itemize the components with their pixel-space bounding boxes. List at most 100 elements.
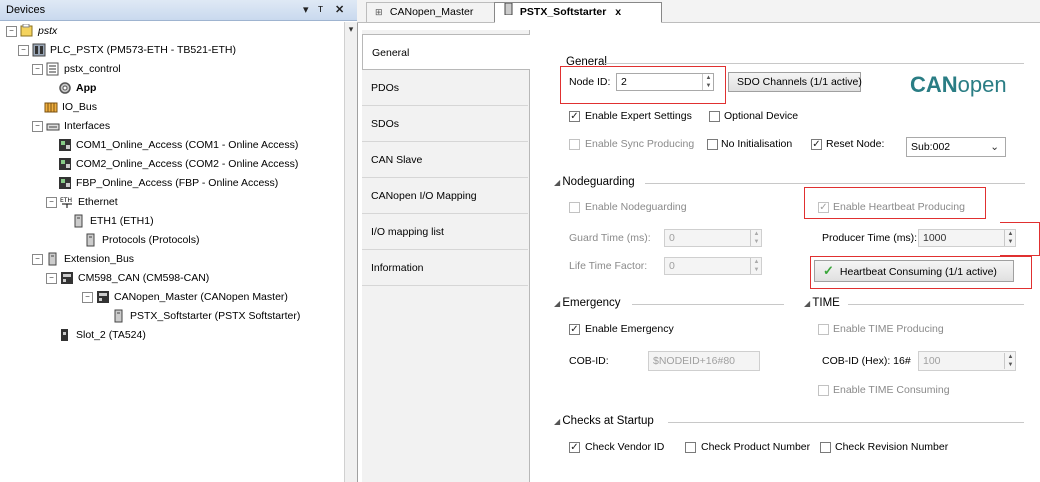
collapse-icon[interactable]: −	[46, 196, 57, 208]
module-icon	[46, 252, 60, 266]
cob-id-label: COB-ID:	[569, 355, 609, 367]
online-access-icon	[58, 157, 72, 171]
tree-item-com1[interactable]: COM1_Online_Access (COM1 - Online Access…	[58, 136, 298, 154]
tree-scrollbar[interactable]: ▾	[344, 22, 357, 482]
enable-nodeguarding-checkbox[interactable]	[569, 202, 580, 213]
collapse-icon[interactable]: −	[82, 291, 93, 303]
pin-icon[interactable]: ᴛ	[318, 3, 323, 15]
tree-item-fbp[interactable]: FBP_Online_Access (FBP - Online Access)	[58, 174, 278, 192]
panel-menu-icon[interactable]: ▾	[303, 3, 309, 16]
tree-item-pstx[interactable]: − pstx	[6, 22, 57, 40]
tree-item-slot2[interactable]: Slot_2 (TA524)	[58, 326, 146, 344]
tree-item-io-bus[interactable]: IO_Bus	[44, 98, 97, 116]
enable-emergency-checkbox[interactable]: ✓	[569, 324, 580, 335]
reset-node-label: Reset Node:	[826, 138, 885, 150]
check-vendor-id-checkbox[interactable]: ✓	[569, 442, 580, 453]
vtab-pdos[interactable]: PDOs	[362, 70, 528, 106]
collapse-icon[interactable]: −	[6, 25, 17, 37]
highlight-heartbeat-consuming	[810, 256, 1032, 289]
collapse-icon[interactable]: −	[46, 272, 57, 284]
time-header[interactable]: ◢ TIME	[804, 297, 840, 309]
scroll-down-icon[interactable]: ▾	[346, 24, 356, 36]
tree-item-eth1[interactable]: ETH1 (ETH1)	[72, 212, 154, 230]
module-icon	[112, 309, 126, 323]
gear-icon	[58, 81, 72, 95]
check-revision-number-label: Check Revision Number	[835, 441, 949, 453]
online-access-icon	[58, 176, 72, 190]
check-product-number-checkbox[interactable]	[685, 442, 696, 453]
enable-sync-producing-checkbox[interactable]	[569, 139, 580, 150]
life-time-factor-input[interactable]: 0	[664, 257, 762, 275]
tree-item-app[interactable]: App	[58, 79, 96, 97]
tree-item-pstx-control[interactable]: − pstx_control	[32, 60, 121, 78]
life-time-factor-label: Life Time Factor:	[569, 260, 648, 272]
sdo-channels-button[interactable]: SDO Channels (1/1 active)	[728, 72, 862, 92]
online-access-icon	[58, 138, 72, 152]
highlight-node-id	[560, 66, 726, 104]
enable-sync-producing-label: Enable Sync Producing	[585, 138, 695, 150]
vtab-sdos[interactable]: SDOs	[362, 106, 528, 142]
highlight-heartbeat-producing	[804, 187, 986, 219]
divider	[632, 304, 784, 305]
enable-expert-settings-checkbox[interactable]: ✓	[569, 111, 580, 122]
collapse-icon[interactable]: −	[18, 44, 29, 56]
tree-item-protocols[interactable]: Protocols (Protocols)	[84, 231, 199, 249]
vtab-io-mapping-list[interactable]: I/O mapping list	[362, 214, 528, 250]
optional-device-checkbox[interactable]	[709, 111, 720, 122]
cob-id-hex-spinner[interactable]: ▲ ▼	[1004, 353, 1016, 369]
canopen-logo: CANopen	[910, 72, 1007, 97]
nodeguarding-header[interactable]: ◢ Nodeguarding	[554, 176, 635, 188]
project-icon	[20, 23, 34, 38]
io-bus-icon	[44, 100, 58, 114]
tree-item-extension-bus[interactable]: − Extension_Bus	[32, 250, 134, 268]
cob-id-input[interactable]: $NODEID+16#80	[648, 351, 760, 371]
tree-item-cm598[interactable]: − CM598_CAN (CM598-CAN)	[46, 269, 209, 287]
enable-time-consuming-checkbox[interactable]	[818, 385, 829, 396]
reset-node-checkbox[interactable]: ✓	[811, 139, 822, 150]
emergency-header[interactable]: ◢ Emergency	[554, 297, 621, 309]
can-module-icon	[60, 271, 74, 285]
module-icon	[84, 233, 98, 247]
reset-node-select[interactable]: Sub:002 ⌄	[906, 137, 1006, 157]
guard-time-spinner[interactable]: ▲ ▼	[750, 230, 762, 246]
tree-item-pstx-softstarter[interactable]: PSTX_Softstarter (PSTX Softstarter)	[112, 307, 300, 325]
close-tab-icon[interactable]: x	[615, 6, 621, 18]
cob-id-hex-input[interactable]: 100	[918, 351, 1016, 371]
divider	[645, 183, 1025, 184]
tree-item-plc[interactable]: − PLC_PSTX (PM573-ETH - TB521-ETH)	[18, 41, 236, 59]
vtab-information[interactable]: Information	[362, 250, 528, 286]
enable-nodeguarding-label: Enable Nodeguarding	[585, 201, 687, 213]
vtab-canopen-io-mapping[interactable]: CANopen I/O Mapping	[362, 178, 528, 214]
can-module-icon	[96, 290, 110, 304]
tree-item-interfaces[interactable]: − Interfaces	[32, 117, 110, 135]
check-revision-number-checkbox[interactable]	[820, 442, 831, 453]
checks-at-startup-header[interactable]: ◢ Checks at Startup	[554, 415, 654, 427]
divider	[848, 304, 1024, 305]
close-panel-icon[interactable]: ✕	[335, 3, 344, 16]
tree-item-ethernet[interactable]: − ETH Ethernet	[46, 193, 118, 211]
devices-panel-title: Devices	[6, 4, 46, 16]
tree-item-com2[interactable]: COM2_Online_Access (COM2 - Online Access…	[58, 155, 298, 173]
guard-time-input[interactable]: 0	[664, 229, 762, 247]
application-icon	[46, 62, 60, 76]
enable-time-consuming-label: Enable TIME Consuming	[833, 384, 950, 396]
divider	[604, 63, 1024, 64]
tab-canopen-master[interactable]: ⊞ CANopen_Master	[366, 2, 502, 22]
tab-pstx-softstarter[interactable]: PSTX_Softstarter x	[494, 2, 662, 23]
vtab-general[interactable]: General	[362, 34, 530, 70]
no-initialisation-checkbox[interactable]	[707, 139, 718, 150]
collapse-icon[interactable]: −	[32, 120, 43, 132]
optional-device-label: Optional Device	[724, 110, 799, 122]
interfaces-icon	[46, 119, 60, 133]
collapse-icon[interactable]: −	[32, 63, 43, 75]
plc-icon	[32, 43, 46, 57]
tree-item-canopen-master[interactable]: − CANopen_Master (CANopen Master)	[82, 288, 288, 306]
devices-panel-header: Devices ▾ ᴛ ✕	[0, 0, 357, 21]
collapse-icon[interactable]: −	[32, 253, 43, 265]
enable-emergency-label: Enable Emergency	[585, 323, 674, 335]
device-editor-tabs: General PDOs SDOs CAN Slave CANopen I/O …	[362, 30, 530, 482]
enable-time-producing-checkbox[interactable]	[818, 324, 829, 335]
producer-time-label: Producer Time (ms):	[822, 232, 918, 244]
vtab-can-slave[interactable]: CAN Slave	[362, 142, 528, 178]
life-time-factor-spinner[interactable]: ▲ ▼	[750, 258, 762, 274]
